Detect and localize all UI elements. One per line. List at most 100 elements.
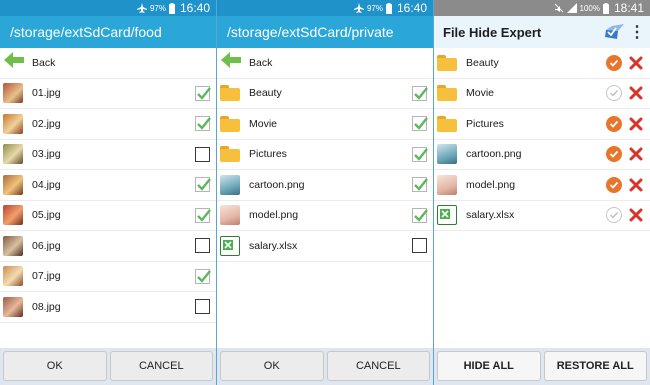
checkbox[interactable] [195,268,211,284]
folder-icon [220,85,240,102]
remove-icon[interactable] [628,207,644,223]
overflow-menu-icon[interactable]: ⋮ [628,21,646,43]
clock: 16:40 [179,1,210,15]
hidden-status-icon[interactable] [606,54,622,71]
back-arrow-icon [4,52,24,73]
checkbox[interactable] [195,85,211,101]
checkbox[interactable] [412,238,427,254]
status-bar: 97% 16:40 [217,0,433,16]
remove-icon[interactable] [628,55,644,71]
back-row[interactable]: Back [217,48,433,79]
excel-file-icon [220,235,240,256]
list-item[interactable]: model.png [217,201,433,231]
battery-icon [168,2,175,14]
hide-files-icon[interactable] [604,21,626,43]
file-name: 03.jpg [32,148,61,161]
list-item[interactable]: salary.xlsx [434,201,650,231]
hide-all-button[interactable]: HIDE ALL [437,351,541,381]
back-row[interactable]: Back [0,48,216,79]
back-label: Back [32,56,56,69]
remove-icon[interactable] [628,177,644,193]
battery-icon [385,2,392,14]
folder-name: Beauty [466,56,499,69]
list-item[interactable]: Pictures [434,109,650,140]
restore-all-button[interactable]: RESTORE ALL [543,351,647,381]
file-name: 07.jpg [32,270,61,283]
image-thumbnail [220,205,240,226]
image-thumbnail [3,296,23,317]
list-item[interactable]: Beauty [434,48,650,79]
checkbox[interactable] [412,116,428,132]
checkbox[interactable] [195,299,210,315]
file-name: 04.jpg [32,178,61,191]
list-item[interactable]: Pictures [217,140,433,170]
checkbox[interactable] [412,85,428,101]
list-item[interactable]: 06.jpg [0,231,216,262]
silent-mode-icon [554,3,564,13]
list-item[interactable]: 01.jpg [0,79,216,109]
file-picker-panel-private: 97% 16:40 /storage/extSdCard/private Bac… [217,0,433,385]
file-name: salary.xlsx [466,209,515,222]
path-title: /storage/extSdCard/food [10,24,162,40]
button-bar: OK CANCEL [217,348,433,385]
list-item[interactable]: Beauty [217,79,433,109]
list-item[interactable]: 02.jpg [0,109,216,140]
list-item[interactable]: 03.jpg [0,140,216,170]
checkbox[interactable] [412,207,428,223]
list-item[interactable]: 08.jpg [0,292,216,323]
path-title-bar: /storage/extSdCard/food [0,16,216,48]
checkbox[interactable] [412,177,428,193]
back-label: Back [249,56,273,69]
hidden-file-list: Beauty Movie Pictures cartoon.png model.… [434,48,650,231]
list-item[interactable]: model.png [434,170,650,201]
ok-button[interactable]: OK [220,351,324,381]
remove-icon[interactable] [628,146,644,162]
cancel-button[interactable]: CANCEL [326,351,430,381]
cancel-button[interactable]: CANCEL [109,351,213,381]
hidden-status-icon[interactable] [606,176,622,193]
status-bar: 97% 16:40 [0,0,216,16]
checkbox[interactable] [195,146,210,162]
clock: 18:41 [613,1,644,15]
list-item[interactable]: cartoon.png [217,170,433,201]
list-item[interactable]: 07.jpg [0,262,216,292]
battery-percent: 100% [579,3,600,13]
battery-percent: 97% [149,3,166,13]
list-item[interactable]: Movie [434,79,650,109]
list-item[interactable]: Movie [217,109,433,140]
hidden-status-icon[interactable] [606,115,622,132]
list-item[interactable]: salary.xlsx [217,231,433,262]
clock: 16:40 [396,1,427,15]
battery-icon [602,2,609,14]
checkbox[interactable] [195,207,211,223]
remove-icon[interactable] [628,85,644,101]
checkbox[interactable] [195,238,210,254]
image-thumbnail [437,144,457,165]
file-hide-expert-panel: 100% 18:41 File Hide Expert ⋮ Beauty Mov… [434,0,650,385]
image-thumbnail [3,113,23,134]
checkbox[interactable] [412,146,428,162]
list-item[interactable]: 04.jpg [0,170,216,201]
file-name: cartoon.png [249,178,305,191]
app-title: File Hide Expert [443,24,542,40]
list-item[interactable]: cartoon.png [434,140,650,170]
path-title: /storage/extSdCard/private [227,24,394,40]
hidden-status-icon[interactable] [606,207,622,224]
image-thumbnail [3,83,23,104]
checkbox[interactable] [195,116,211,132]
ok-button[interactable]: OK [3,351,107,381]
list-item[interactable]: 05.jpg [0,201,216,231]
airplane-icon [353,3,364,13]
button-bar: OK CANCEL [0,348,216,385]
image-thumbnail [3,235,23,256]
airplane-icon [136,3,147,13]
app-title-bar: File Hide Expert ⋮ [434,16,650,48]
checkbox[interactable] [195,177,211,193]
hidden-status-icon[interactable] [606,85,622,102]
path-title-bar: /storage/extSdCard/private [217,16,433,48]
file-name: 02.jpg [32,117,61,130]
hidden-status-icon[interactable] [606,146,622,163]
remove-icon[interactable] [628,116,644,132]
button-bar: HIDE ALL RESTORE ALL [434,348,650,385]
excel-file-icon [437,205,457,226]
